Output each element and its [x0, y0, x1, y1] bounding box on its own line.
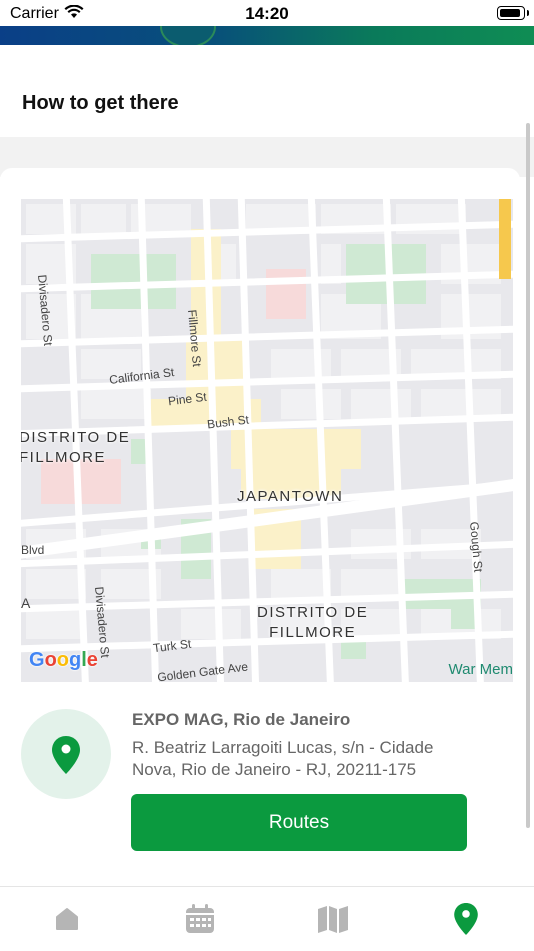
google-logo-letter: e [86, 649, 98, 671]
tab-location[interactable] [399, 887, 532, 951]
venue-address: R. Beatriz Larragoiti Lucas, s/n - Cidad… [132, 738, 434, 779]
tab-schedule[interactable] [133, 887, 266, 951]
clock: 14:20 [245, 4, 289, 23]
page-title: How to get there [22, 92, 179, 114]
google-logo-letter: o [44, 649, 57, 671]
map-icon [317, 906, 348, 933]
map-district-label: JAPANTOWN [237, 488, 344, 505]
google-logo: Google [29, 649, 98, 672]
event-logo [160, 26, 216, 45]
scrollbar[interactable] [526, 123, 530, 828]
map-view[interactable]: Fillmore St Divisadero St California St … [21, 199, 513, 682]
header-banner [0, 26, 534, 45]
tab-map[interactable] [266, 887, 399, 951]
location-pin-icon [52, 736, 80, 774]
location-pin-badge [21, 709, 111, 799]
status-bar: Carrier 14:20 [0, 0, 534, 26]
routes-button[interactable]: Routes [131, 794, 467, 851]
google-logo-letter: G [29, 649, 45, 671]
map-corner-label: War Mem [448, 661, 513, 678]
page-header: How to get there [0, 45, 534, 137]
battery-icon [497, 6, 529, 20]
google-logo-letter: o [56, 649, 69, 671]
calendar-icon [185, 904, 214, 933]
location-pin-icon [453, 903, 478, 935]
map-street-label: A [21, 595, 31, 611]
tab-bar [0, 886, 534, 951]
map-street-label: Blvd [21, 543, 45, 557]
tab-home[interactable] [0, 887, 133, 951]
home-icon [55, 908, 78, 930]
map-district-label: DISTRITO DE FILLMORE [21, 429, 131, 466]
map-district-label: DISTRITO DE FILLMORE [257, 604, 369, 641]
google-logo-letter: g [69, 649, 82, 671]
venue-name: EXPO MAG, Rio de Janeiro [132, 710, 351, 729]
